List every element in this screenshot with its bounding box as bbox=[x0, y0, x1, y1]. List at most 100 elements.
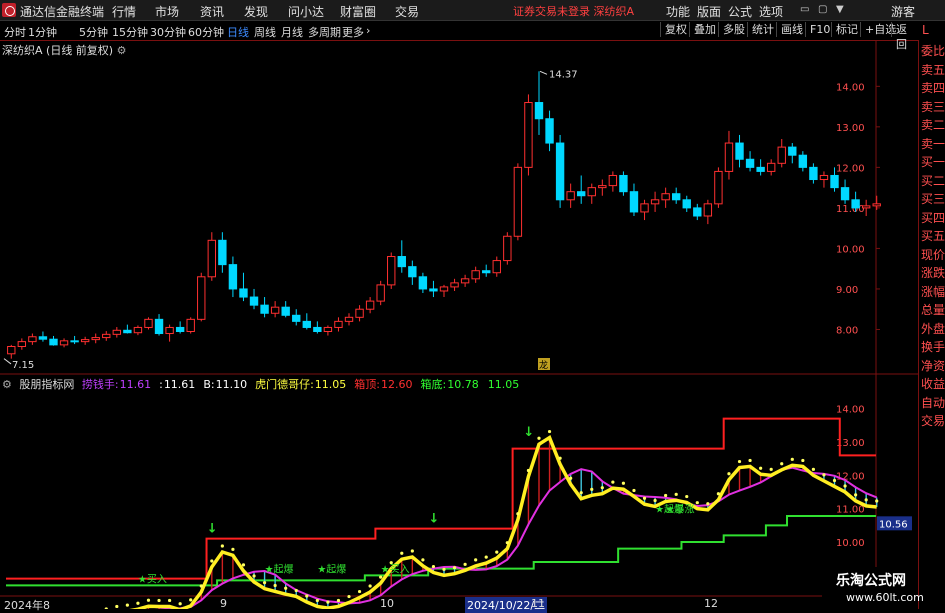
candle-body bbox=[175, 326, 185, 332]
sidebar-item[interactable]: 自动 bbox=[921, 396, 945, 410]
sidebar-item[interactable]: 卖二 bbox=[921, 118, 945, 132]
candle-body bbox=[165, 326, 174, 335]
sidebar-item[interactable]: 现价 bbox=[921, 248, 945, 262]
period-15min[interactable]: 15分钟 bbox=[112, 24, 148, 40]
candle-body bbox=[682, 199, 691, 209]
sidebar-item[interactable]: 卖一 bbox=[921, 137, 945, 151]
candle-body bbox=[524, 102, 533, 168]
draw-line-button[interactable]: 画线 bbox=[776, 22, 807, 37]
watermark: 乐淘公式网 www.60lt.com bbox=[822, 567, 924, 609]
sidebar-item[interactable]: 买一 bbox=[921, 155, 945, 169]
candle-body bbox=[365, 300, 375, 310]
candle-body bbox=[313, 326, 322, 332]
menu-item-exchange[interactable]: 市场 bbox=[155, 3, 179, 20]
indicator-field: 虎门德哥仔:11.05 bbox=[255, 378, 350, 391]
sidebar-item[interactable]: 买五 bbox=[921, 229, 945, 243]
sidebar-item[interactable]: 委比 bbox=[921, 44, 945, 58]
indicator-field-value: 11.61 bbox=[163, 378, 196, 391]
period-5min[interactable]: 5分钟 bbox=[79, 24, 108, 40]
settings-icon[interactable]: ⚙ bbox=[2, 378, 12, 391]
menu-item-ask[interactable]: 问小达 bbox=[288, 3, 324, 20]
period-monthly[interactable]: 月线 bbox=[281, 24, 303, 40]
guest-label[interactable]: 游客 bbox=[891, 3, 915, 20]
menu-item-wealth[interactable]: 财富圈 bbox=[340, 3, 376, 20]
menu-item-layout[interactable]: 版面 bbox=[697, 3, 721, 20]
sidebar-item[interactable]: 卖三 bbox=[921, 100, 945, 114]
signal-dot bbox=[167, 598, 172, 603]
signal-dot bbox=[431, 564, 436, 569]
sidebar-item[interactable]: 买二 bbox=[921, 174, 945, 188]
window-restore-icon[interactable]: ▢ bbox=[818, 4, 827, 15]
watermark-url: www.60lt.com bbox=[846, 591, 924, 604]
sidebar-item[interactable]: 总量 bbox=[921, 303, 945, 317]
candle-body bbox=[492, 260, 501, 274]
signal-dot bbox=[727, 472, 731, 476]
period-multi[interactable]: 多周期 bbox=[308, 24, 341, 40]
high-arrow bbox=[539, 70, 548, 75]
period-60min[interactable]: 60分钟 bbox=[188, 24, 224, 40]
event-marker-text: 龙 bbox=[539, 359, 548, 371]
indicator-field-label: : bbox=[159, 378, 163, 391]
menu-item-formula[interactable]: 公式 bbox=[728, 3, 752, 20]
signal-dot bbox=[495, 550, 499, 554]
adjust-button[interactable]: 复权 bbox=[660, 22, 691, 37]
candle-body bbox=[450, 282, 459, 288]
settings-icon[interactable]: ⚙ bbox=[117, 44, 127, 57]
period-30min[interactable]: 30分钟 bbox=[150, 24, 186, 40]
indicator-field: :11.61 bbox=[159, 378, 199, 391]
candle-body bbox=[809, 166, 818, 181]
signal-dot bbox=[410, 549, 414, 553]
multi-stock-button[interactable]: 多股 bbox=[718, 22, 749, 37]
sidebar-item[interactable]: 收益 bbox=[921, 377, 945, 391]
candle-body bbox=[756, 166, 765, 172]
candle-body bbox=[777, 146, 786, 164]
lower-axis-label: 14.00 bbox=[836, 405, 865, 416]
indicator-field-label: 箱底: bbox=[420, 378, 447, 391]
upper-pane-title: 深纺织A (日线 前复权) ⚙ bbox=[2, 42, 126, 58]
sidebar-item[interactable]: 交易 bbox=[921, 414, 945, 428]
sidebar-item[interactable]: 净资 bbox=[921, 359, 945, 373]
upper-title-text: 深纺织A (日线 前复权) bbox=[2, 44, 114, 57]
sidebar-item[interactable]: 买四 bbox=[921, 211, 945, 225]
period-weekly[interactable]: 周线 bbox=[254, 24, 276, 40]
signal-dot bbox=[748, 458, 752, 463]
sidebar-item[interactable]: 卖四 bbox=[921, 81, 945, 95]
f10-button[interactable]: F10 bbox=[805, 22, 834, 37]
chart-area[interactable]: 14.0013.0012.0011.0010.009.008.0014.0013… bbox=[0, 40, 918, 609]
menu-item-news[interactable]: 资讯 bbox=[200, 3, 224, 20]
quote-sidebar: 委比卖五卖四卖三卖二卖一买一买二买三买四买五现价涨跌涨幅总量外盘换手净资收益自动… bbox=[918, 40, 945, 609]
indicator-name[interactable]: 股朋指标网 bbox=[19, 378, 74, 391]
sidebar-item[interactable]: 涨跌 bbox=[921, 266, 945, 280]
level-indicator[interactable]: L bbox=[922, 23, 929, 37]
chevron-right-icon[interactable]: › bbox=[366, 24, 370, 37]
stats-button[interactable]: 统计 bbox=[747, 22, 778, 37]
candle-body bbox=[80, 339, 90, 343]
sidebar-item[interactable]: 换手 bbox=[921, 340, 945, 354]
candle-body bbox=[133, 326, 143, 334]
period-1min[interactable]: 1分钟 bbox=[28, 24, 57, 40]
candle-body bbox=[735, 142, 744, 160]
menu-item-trade[interactable]: 交易 bbox=[395, 3, 419, 20]
candle-body bbox=[70, 340, 79, 343]
window-minimize-icon[interactable]: ▭ bbox=[800, 4, 809, 15]
sidebar-item[interactable]: 外盘 bbox=[921, 322, 945, 336]
window-menu-icon[interactable]: ▼ bbox=[836, 4, 844, 15]
sidebar-item[interactable]: 买三 bbox=[921, 192, 945, 206]
sidebar-item[interactable]: 卖五 bbox=[921, 63, 945, 77]
period-timeshare[interactable]: 分时 bbox=[4, 24, 26, 40]
overlay-button[interactable]: 叠加 bbox=[689, 22, 720, 37]
mark-button[interactable]: 标记 bbox=[831, 22, 862, 37]
signal-dot bbox=[706, 502, 710, 506]
candle-body bbox=[534, 102, 544, 120]
back-button[interactable]: 返回 bbox=[891, 22, 918, 51]
period-daily[interactable]: 日线 bbox=[227, 24, 249, 40]
sidebar-item[interactable]: 涨幅 bbox=[921, 285, 945, 299]
signal-dot bbox=[801, 458, 805, 463]
period-more[interactable]: 更多 bbox=[342, 24, 364, 40]
menu-item-function[interactable]: 功能 bbox=[666, 3, 690, 20]
menu-item-market[interactable]: 行情 bbox=[112, 3, 136, 20]
menu-item-options[interactable]: 选项 bbox=[759, 3, 783, 20]
login-warning[interactable]: 证券交易未登录 深纺织A bbox=[513, 3, 634, 19]
menu-item-discover[interactable]: 发现 bbox=[244, 3, 268, 20]
signal-dot bbox=[674, 492, 678, 496]
